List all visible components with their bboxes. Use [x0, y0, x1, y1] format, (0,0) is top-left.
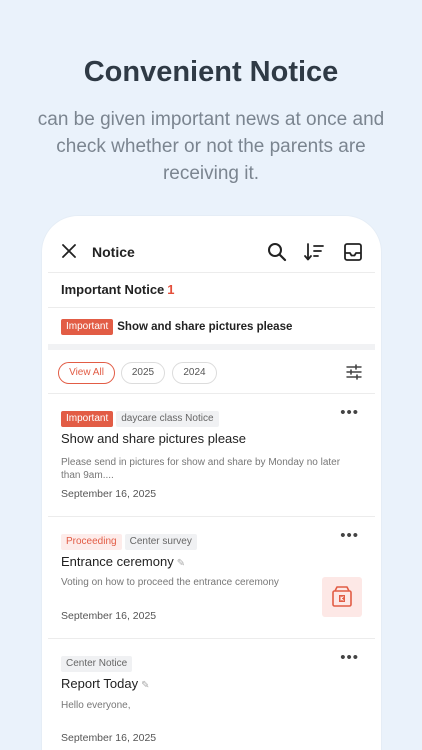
notice-title-text: Report Today [61, 676, 139, 691]
tag-category: daycare class Notice [116, 410, 219, 427]
notice-body: Please send in pictures for show and sha… [61, 457, 341, 481]
divider [48, 516, 375, 517]
more-options-icon[interactable]: ••• [340, 527, 359, 544]
notice-title: Show and share pictures please [61, 431, 246, 446]
important-count: 1 [167, 282, 175, 297]
close-icon[interactable] [60, 242, 78, 260]
tag-important: Important [61, 410, 114, 427]
important-notice-row[interactable]: Important Show and share pictures please [61, 318, 292, 336]
package-icon [332, 586, 352, 607]
divider [48, 638, 375, 639]
notice-date: September 16, 2025 [61, 610, 157, 622]
filter-2025[interactable]: 2025 [121, 362, 165, 384]
hero-subtitle: can be given important news at once and … [37, 109, 385, 184]
tag-category: Center Notice [61, 655, 133, 672]
notice-tags: Proceeding Center survey [61, 533, 197, 551]
tag-category: Center survey [124, 533, 197, 550]
search-icon[interactable] [266, 241, 288, 263]
more-options-icon[interactable]: ••• [340, 404, 359, 421]
notice-date: September 16, 2025 [61, 732, 157, 744]
notice-title-text: Show and share pictures please [61, 431, 247, 446]
notice-body: Hello everyone, [61, 700, 131, 711]
divider [48, 272, 375, 273]
hero-title: Convenient Notice [83, 56, 339, 88]
notice-title: Entrance ceremony ✎ [61, 554, 185, 569]
app-bar: Notice [42, 234, 381, 272]
phone-screen: Notice Important Notice 1 Important Show a… [42, 216, 381, 750]
notice-card[interactable]: Center Notice ••• Report Today ✎ Hello ev… [42, 649, 381, 750]
notice-card[interactable]: Proceeding Center survey ••• Entrance cer… [42, 527, 381, 643]
notice-tags: Center Notice [61, 655, 133, 673]
divider [48, 393, 375, 394]
tag-proceeding: Proceeding [61, 533, 122, 550]
sort-icon[interactable] [303, 241, 325, 263]
filter-view-all[interactable]: View All [58, 362, 115, 384]
important-notice-text: Show and share pictures please [117, 320, 293, 333]
filter-settings-icon[interactable] [345, 363, 363, 381]
notice-tags: Important daycare class Notice [61, 410, 219, 428]
important-badge: Important [61, 318, 114, 335]
page-title: Notice [92, 244, 135, 260]
important-notice-heading: Important Notice 1 [61, 282, 175, 297]
notice-body: Voting on how to proceed the entrance ce… [61, 577, 279, 588]
survey-icon: ✎ [176, 558, 186, 569]
filter-2024[interactable]: 2024 [172, 362, 217, 384]
notice-date: September 16, 2025 [61, 488, 157, 500]
notice-card[interactable]: Important daycare class Notice ••• Show a… [42, 404, 381, 520]
inbox-icon[interactable] [342, 241, 364, 263]
section-separator [48, 344, 375, 350]
attachment-thumbnail[interactable] [322, 577, 362, 617]
edit-icon: ✎ [141, 680, 150, 691]
more-options-icon[interactable]: ••• [340, 649, 359, 666]
divider [48, 307, 375, 308]
notice-title: Report Today ✎ [61, 676, 149, 691]
notice-title-text: Entrance ceremony [61, 554, 174, 569]
important-notice-label: Important Notice [61, 282, 165, 297]
